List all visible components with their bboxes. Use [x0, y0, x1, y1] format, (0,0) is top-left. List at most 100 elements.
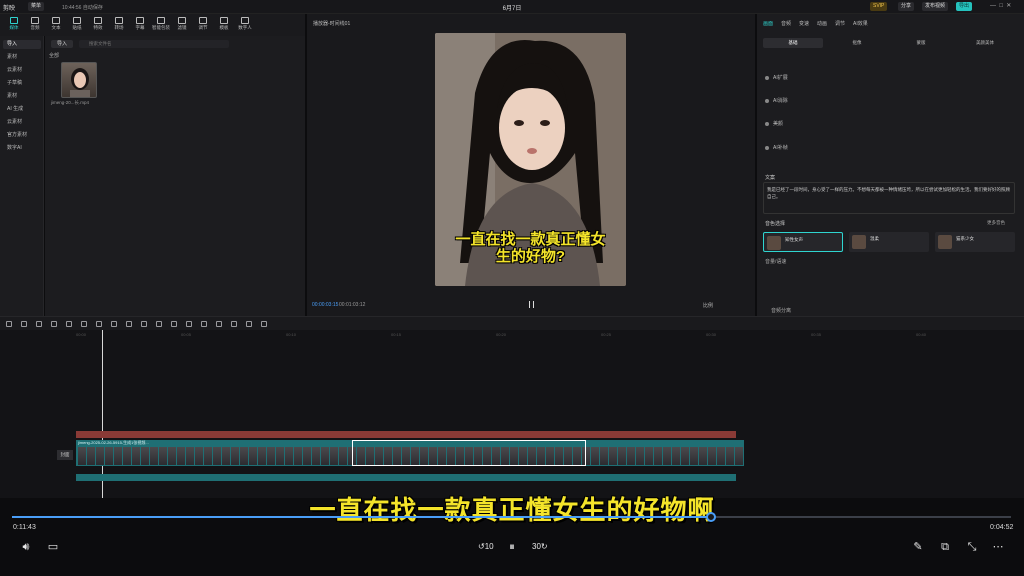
playhead[interactable]	[102, 330, 103, 498]
timeline-tool-icon[interactable]	[6, 321, 12, 327]
left-nav-item[interactable]: 导入	[3, 40, 41, 49]
tool-label: 贴纸	[72, 25, 82, 30]
row-toggle-icon[interactable]	[765, 75, 769, 80]
right-tab[interactable]: 变速	[799, 20, 809, 27]
audio-split-row[interactable]: 音频分离	[771, 307, 791, 314]
player-pause-icon[interactable]	[529, 301, 534, 308]
tool-2[interactable]: 文本	[46, 16, 66, 34]
left-nav-item[interactable]: AI 生成	[3, 105, 41, 114]
timeline-tool-icon[interactable]	[66, 321, 72, 327]
tool-11[interactable]: 数字人	[235, 16, 255, 34]
timeline-tool-icon[interactable]	[36, 321, 42, 327]
row-toggle-icon[interactable]	[765, 145, 769, 150]
ratio-button[interactable]: 比例	[703, 302, 713, 309]
right-subtab[interactable]: 蒙版	[891, 38, 951, 48]
import-button[interactable]: 导入	[51, 40, 73, 48]
voice-name: 温柔	[870, 236, 879, 241]
more-icon[interactable]: ⋯	[991, 540, 1005, 554]
tool-7[interactable]: 智能包装	[151, 16, 171, 34]
tool-5[interactable]: 转场	[109, 16, 129, 34]
left-nav-item[interactable]: 素材	[3, 92, 41, 101]
property-row[interactable]: 美颜	[765, 120, 783, 127]
share-button[interactable]: 分享	[898, 2, 915, 11]
right-tab[interactable]: 动画	[817, 20, 827, 27]
rewind-10-icon[interactable]: ↺10	[478, 540, 494, 554]
right-tab[interactable]: AI效果	[853, 20, 868, 27]
pause-icon[interactable]: ⏸︎	[505, 540, 519, 554]
right-subtab[interactable]: 美颜美体	[955, 38, 1015, 48]
timeline-tool-icon[interactable]	[156, 321, 162, 327]
collapse-icon[interactable]: ⤡	[965, 540, 979, 554]
timeline-tool-icon[interactable]	[216, 321, 222, 327]
selected-clip[interactable]	[352, 440, 586, 466]
script-textarea[interactable]: 我是已经了一段时间，身心受了一样的压力。不想每天都被一种情绪压垮，所以在尝试更加…	[763, 182, 1015, 214]
tool-10[interactable]: 模板	[214, 16, 234, 34]
clip-frame	[285, 447, 293, 465]
window-controls[interactable]: — □ ✕	[990, 2, 1011, 9]
voice-card[interactable]: 猫系少女	[935, 232, 1015, 252]
tool-9[interactable]: 调节	[193, 16, 213, 34]
right-tab[interactable]: 调节	[835, 20, 845, 27]
property-row[interactable]: AI扩展	[765, 74, 788, 81]
pip-icon[interactable]: ⧉	[938, 540, 952, 554]
right-subtab[interactable]: 基础	[763, 38, 823, 48]
left-nav-item[interactable]: 云素材	[3, 118, 41, 127]
media-search-input[interactable]: 搜索文件名	[79, 40, 229, 48]
text-track[interactable]	[76, 431, 736, 438]
row-toggle-icon[interactable]	[765, 98, 769, 103]
media-thumbnail[interactable]	[61, 62, 97, 98]
tool-4[interactable]: 特效	[88, 16, 108, 34]
timeline-tool-icon[interactable]	[231, 321, 237, 327]
left-nav-item[interactable]: 云素材	[3, 66, 41, 75]
property-row[interactable]: AI消除	[765, 97, 788, 104]
clip-frame	[222, 447, 230, 465]
tool-3[interactable]: 贴纸	[67, 16, 87, 34]
tool-6[interactable]: 字幕	[130, 16, 150, 34]
cover-button[interactable]: 封面	[57, 450, 73, 460]
voice-label: 音色选择	[765, 221, 786, 227]
audio-track[interactable]	[76, 474, 736, 481]
right-tab[interactable]: 画面	[763, 20, 773, 27]
more-voices-link[interactable]: 更多音色	[987, 220, 1005, 226]
clip-frame	[618, 447, 626, 465]
clip-frame	[330, 447, 338, 465]
left-nav-item[interactable]: 官方素材	[3, 131, 41, 140]
voice-card[interactable]: 温柔	[849, 232, 929, 252]
timeline-tool-icon[interactable]	[111, 321, 117, 327]
row-toggle-icon[interactable]	[765, 121, 769, 126]
tool-1[interactable]: 音频	[25, 16, 45, 34]
svip-badge[interactable]: SVIP	[870, 2, 888, 11]
timeline-tool-icon[interactable]	[126, 321, 132, 327]
left-nav-item[interactable]: 数字AI	[3, 144, 41, 153]
timeline-tool-icon[interactable]	[51, 321, 57, 327]
edit-icon[interactable]: ✎	[911, 540, 925, 554]
tool-8[interactable]: 滤镜	[172, 16, 192, 34]
timeline-tool-icon[interactable]	[96, 321, 102, 327]
right-tab[interactable]: 音频	[781, 20, 791, 27]
timeline-tool-icon[interactable]	[246, 321, 252, 327]
captions-icon[interactable]: ▭	[46, 540, 60, 554]
tool-0[interactable]: 媒体	[4, 16, 24, 34]
timeline-tool-icon[interactable]	[201, 321, 207, 327]
volume-icon[interactable]: 🔊︎	[19, 540, 33, 554]
clip-frame	[240, 447, 248, 465]
left-nav-item[interactable]: 子草稿	[3, 79, 41, 88]
clip-frame	[276, 447, 284, 465]
export-button[interactable]: 导出	[956, 2, 973, 11]
timeline-tool-icon[interactable]	[21, 321, 27, 327]
left-nav-item[interactable]: 素材	[3, 53, 41, 62]
timeline-tool-icon[interactable]	[81, 321, 87, 327]
video-preview[interactable]: 一直在找一款真正懂女生的好物?	[435, 33, 626, 286]
right-subtab[interactable]: 抠像	[827, 38, 887, 48]
timeline-tool-icon[interactable]	[141, 321, 147, 327]
property-row[interactable]: AI补帧	[765, 144, 788, 151]
timeline-tool-icon[interactable]	[186, 321, 192, 327]
publish-button[interactable]: 发布视频	[922, 2, 949, 11]
timeline-tool-icon[interactable]	[261, 321, 267, 327]
forward-30-icon[interactable]: 30↻	[532, 540, 548, 554]
ruler-tick: 00:25	[601, 332, 612, 337]
timeline-tool-icon[interactable]	[171, 321, 177, 327]
clip-frame	[267, 447, 275, 465]
voice-card[interactable]: 知性女声	[763, 232, 843, 252]
progress-knob[interactable]	[706, 512, 716, 522]
